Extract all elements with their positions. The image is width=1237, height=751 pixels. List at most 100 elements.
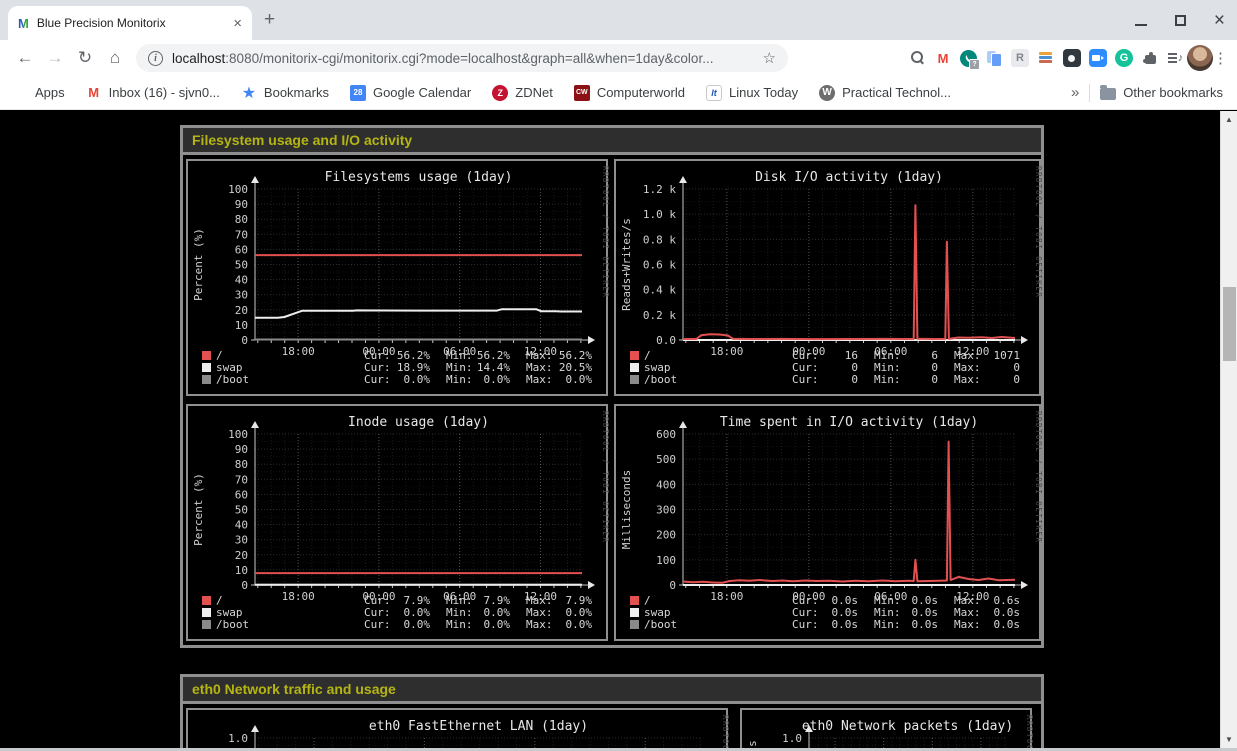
reload-icon[interactable]: ↻ [70, 43, 100, 73]
legend-swatch [202, 375, 211, 384]
browser-menu-icon[interactable]: ⋮ [1213, 49, 1227, 67]
grammarly-icon[interactable]: G [1115, 49, 1133, 67]
pocket-icon[interactable] [1063, 49, 1081, 67]
legend-stat-value: 0.0% [404, 373, 431, 386]
y-tick-label: 90 [235, 443, 248, 456]
axis-up-arrow-icon [251, 176, 259, 183]
legend-stat-label: Cur: [364, 618, 391, 631]
legend-swatch [202, 351, 211, 360]
minimize-icon[interactable] [1135, 24, 1147, 26]
y-tick-label: 1.0 [228, 732, 248, 745]
y-tick-label: 1.0 [782, 732, 802, 745]
bookmark-item[interactable]: 28Google Calendar [350, 85, 471, 101]
x-tick-label: 18:00 [282, 590, 315, 603]
bookmark-item[interactable]: ★Bookmarks [241, 85, 329, 101]
other-bookmarks-label: Other bookmarks [1123, 85, 1223, 100]
axis-up-arrow-icon [679, 421, 687, 428]
url-path: :8080/monitorix-cgi/monitorix.cgi?mode=l… [225, 51, 713, 66]
legend-swatch [630, 596, 639, 605]
y-tick-label: 500 [656, 453, 676, 466]
search-icon[interactable] [908, 49, 926, 67]
maximize-icon[interactable] [1175, 15, 1186, 26]
chart-svg: eth0 Network packets (1day)0.00.10.20.30… [742, 710, 1034, 748]
profile-avatar[interactable] [1187, 45, 1213, 71]
y-tick-label: 10 [235, 564, 248, 577]
voice-icon[interactable] [960, 50, 977, 67]
bookmark-label: Google Calendar [373, 85, 471, 100]
bookmark-item[interactable]: MInbox (16) - sjvn0... [86, 85, 220, 101]
y-tick-label: 100 [656, 554, 676, 567]
tab-close-icon[interactable]: × [233, 16, 242, 31]
r-ext-icon[interactable]: R [1011, 49, 1029, 67]
scroll-up-icon[interactable]: ▲ [1221, 112, 1237, 127]
series-line [683, 205, 1015, 339]
bookmark-item[interactable]: CWComputerworld [574, 85, 685, 101]
extensions-area: M R G ♪ [788, 49, 1187, 67]
legend-name: /boot [644, 618, 677, 631]
bookmark-label: Apps [35, 85, 65, 100]
new-tab-button[interactable]: + [264, 10, 275, 29]
section-title: eth0 Network traffic and usage [183, 677, 1041, 704]
y-tick-label: 60 [235, 243, 248, 256]
forward-icon[interactable]: → [40, 43, 70, 73]
bookmark-item[interactable]: ltLinux Today [706, 85, 798, 101]
browser-tab[interactable]: M Blue Precision Monitorix × [8, 6, 252, 40]
bookmark-label: Linux Today [729, 85, 798, 100]
legend-stat-label: Cur: [364, 373, 391, 386]
y-axis-label: Packets/s [746, 740, 759, 748]
browser-toolbar: ← → ↻ ⌂ i localhost:8080/monitorix-cgi/m… [0, 40, 1237, 76]
legend-stat-value: 0.0% [566, 373, 593, 386]
site-info-icon[interactable]: i [148, 51, 163, 66]
legend-stat-label: Max: [954, 373, 981, 386]
scroll-down-icon[interactable]: ▼ [1221, 732, 1237, 747]
zdnet-icon: Z [492, 85, 508, 101]
legend-swatch [630, 608, 639, 617]
address-bar[interactable]: i localhost:8080/monitorix-cgi/monitorix… [136, 44, 788, 72]
series-line [683, 442, 1015, 583]
y-tick-label: 100 [228, 428, 248, 441]
window-controls: × [1135, 0, 1225, 40]
bookmarks-overflow-icon[interactable]: » [1063, 84, 1087, 101]
y-tick-label: 70 [235, 228, 248, 241]
x-tick-label: 18:00 [710, 345, 743, 358]
copy-icon[interactable] [985, 49, 1003, 67]
scrollbar-thumb[interactable] [1223, 287, 1236, 361]
url-text[interactable]: localhost:8080/monitorix-cgi/monitorix.c… [172, 51, 754, 66]
y-tick-label: 0.4 k [643, 284, 676, 297]
y-tick-label: 0.0 [656, 334, 676, 347]
y-tick-label: 90 [235, 198, 248, 211]
home-icon[interactable]: ⌂ [100, 43, 130, 73]
window-close-icon[interactable]: × [1214, 11, 1225, 30]
y-tick-label: 50 [235, 504, 248, 517]
page-scrollbar[interactable]: ▲ ▼ [1220, 111, 1237, 748]
bookmark-label: ZDNet [515, 85, 553, 100]
legend-name: /boot [216, 373, 249, 386]
y-tick-label: 30 [235, 289, 248, 302]
gmail-icon[interactable]: M [934, 49, 952, 67]
back-icon[interactable]: ← [10, 43, 40, 73]
y-axis-label: Milliseconds [620, 470, 633, 549]
legend-stat-value: 0.0s [912, 618, 939, 631]
bookmark-item[interactable]: Apps [14, 85, 65, 100]
y-tick-label: 400 [656, 478, 676, 491]
chart-title: Filesystems usage (1day) [325, 170, 513, 185]
rrdtool-watermark: RRDTOOL / TOBI OETIKER [1025, 715, 1034, 748]
y-tick-label: 600 [656, 428, 676, 441]
chart-eth0-packets: eth0 Network packets (1day)0.00.10.20.30… [740, 708, 1032, 748]
zoom-icon[interactable] [1089, 49, 1107, 67]
rrdtool-watermark: RRDTOOL / TOBI OETIKER [721, 715, 730, 748]
legend-stat-label: Min: [874, 373, 901, 386]
legend-stat-value: 0.0% [484, 618, 511, 631]
other-bookmarks-button[interactable]: Other bookmarks [1100, 85, 1223, 100]
chart-svg: Disk I/O activity (1day)0.00.2 k0.4 k0.6… [616, 161, 1043, 398]
computerworld-icon: CW [574, 85, 590, 101]
bookmark-star-icon[interactable]: ☆ [763, 49, 776, 67]
puzzle-icon[interactable] [1141, 49, 1159, 67]
y-tick-label: 100 [228, 183, 248, 196]
bookmark-item[interactable]: Z ZDNet [492, 85, 553, 101]
legend-stat-value: 0.0% [566, 618, 593, 631]
bookmark-item[interactable]: WPractical Technol... [819, 85, 951, 101]
music-icon[interactable]: ♪ [1167, 49, 1185, 67]
books-icon[interactable] [1037, 49, 1055, 67]
legend-swatch [630, 363, 639, 372]
